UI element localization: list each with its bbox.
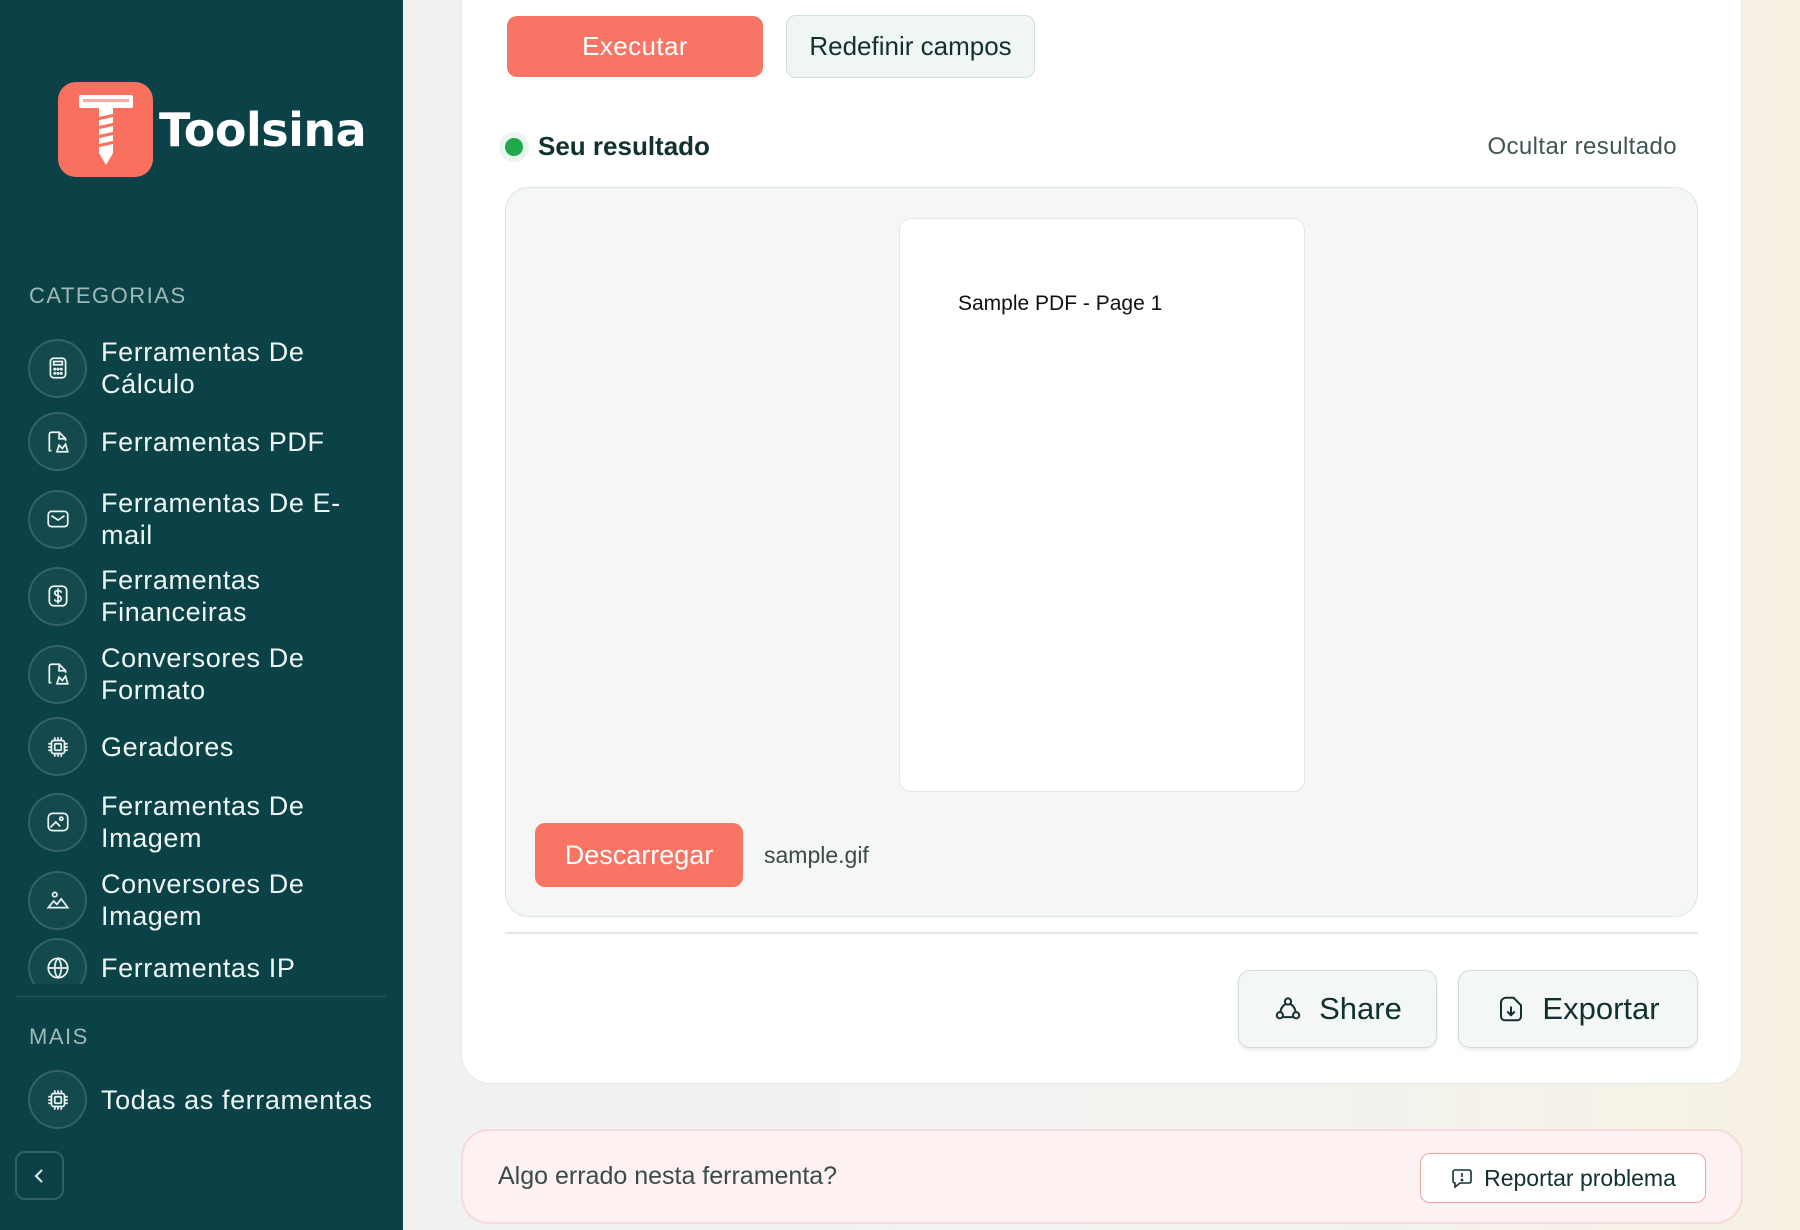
image-icon: [28, 792, 87, 852]
sidebar-item-pdf[interactable]: Ferramentas PDF: [28, 412, 388, 471]
file-convert-icon: [28, 644, 87, 704]
sidebar-item-imagem[interactable]: Ferramentas De Imagem: [28, 790, 388, 854]
sidebar: Toolsina CATEGORIAS Ferramentas De Cálcu…: [0, 0, 403, 1230]
chip-icon: [28, 1070, 87, 1129]
export-label: Exportar: [1542, 991, 1660, 1026]
more-heading: MAIS: [29, 1024, 89, 1049]
sidebar-item-conversores-formato[interactable]: Conversores De Formato: [28, 642, 388, 706]
sidebar-item-ip[interactable]: Ferramentas IP: [28, 938, 388, 984]
collapse-sidebar-button[interactable]: [15, 1151, 64, 1200]
share-icon: [1275, 997, 1301, 1020]
sidebar-item-all-tools[interactable]: Todas as ferramentas: [28, 1070, 388, 1129]
chat-alert-icon: [1452, 1169, 1472, 1189]
sidebar-item-label: Geradores: [101, 731, 234, 762]
chevron-left-icon: [34, 1168, 43, 1183]
sidebar-item-geradores[interactable]: Geradores: [28, 717, 388, 776]
mail-icon: [28, 489, 87, 549]
calculator-icon: [28, 338, 87, 398]
pdf-preview-text: Sample PDF - Page 1: [958, 292, 1163, 315]
logo-mark-icon: [58, 82, 153, 177]
sidebar-item-label: Ferramentas De Imagem: [101, 791, 305, 853]
logo[interactable]: Toolsina: [58, 82, 367, 177]
pdf-file-icon: [28, 412, 87, 471]
sidebar-item-financeiras[interactable]: Ferramentas Financeiras: [28, 564, 388, 628]
report-problem-button[interactable]: Reportar problema: [1420, 1153, 1706, 1203]
brand-name: Toolsina: [159, 102, 367, 157]
sidebar-item-label: Ferramentas De E-mail: [101, 488, 341, 550]
sidebar-item-label: Ferramentas IP: [101, 952, 296, 983]
sidebar-item-calculo[interactable]: Ferramentas De Cálculo: [28, 336, 388, 400]
sidebar-item-label: Ferramentas Financeiras: [101, 565, 261, 627]
result-title: Seu resultado: [538, 131, 710, 161]
download-button[interactable]: Descarregar: [535, 823, 743, 887]
category-list: Ferramentas De Cálculo Ferramentas PDF F…: [0, 332, 403, 984]
chip-icon: [28, 717, 87, 776]
hide-result-link[interactable]: Ocultar resultado: [1487, 133, 1677, 161]
report-problem-label: Reportar problema: [1484, 1164, 1676, 1191]
sidebar-item-label: Ferramentas PDF: [101, 426, 325, 457]
categories-heading: CATEGORIAS: [29, 283, 187, 308]
reset-fields-button[interactable]: Redefinir campos: [786, 15, 1035, 78]
run-button[interactable]: Executar: [507, 16, 763, 77]
sidebar-divider: [15, 996, 386, 997]
share-button[interactable]: Share: [1238, 970, 1437, 1048]
output-filename: sample.gif: [764, 842, 869, 868]
share-label: Share: [1319, 991, 1402, 1026]
export-file-icon: [1500, 996, 1523, 1022]
globe-icon: [28, 938, 87, 984]
status-dot-icon: [505, 138, 523, 156]
sidebar-item-email[interactable]: Ferramentas De E-mail: [28, 487, 388, 551]
sidebar-item-label: Conversores De Imagem: [101, 869, 305, 931]
dollar-icon: [28, 566, 87, 626]
sidebar-item-label: Todas as ferramentas: [101, 1084, 373, 1115]
export-button[interactable]: Exportar: [1458, 970, 1698, 1048]
sidebar-item-conversores-imagem[interactable]: Conversores De Imagem: [28, 868, 388, 932]
report-question: Algo errado nesta ferramenta?: [498, 1162, 838, 1190]
sidebar-item-label: Ferramentas De Cálculo: [101, 337, 305, 399]
section-divider: [505, 932, 1698, 934]
landscape-icon: [28, 870, 87, 930]
sidebar-item-label: Conversores De Formato: [101, 643, 305, 705]
